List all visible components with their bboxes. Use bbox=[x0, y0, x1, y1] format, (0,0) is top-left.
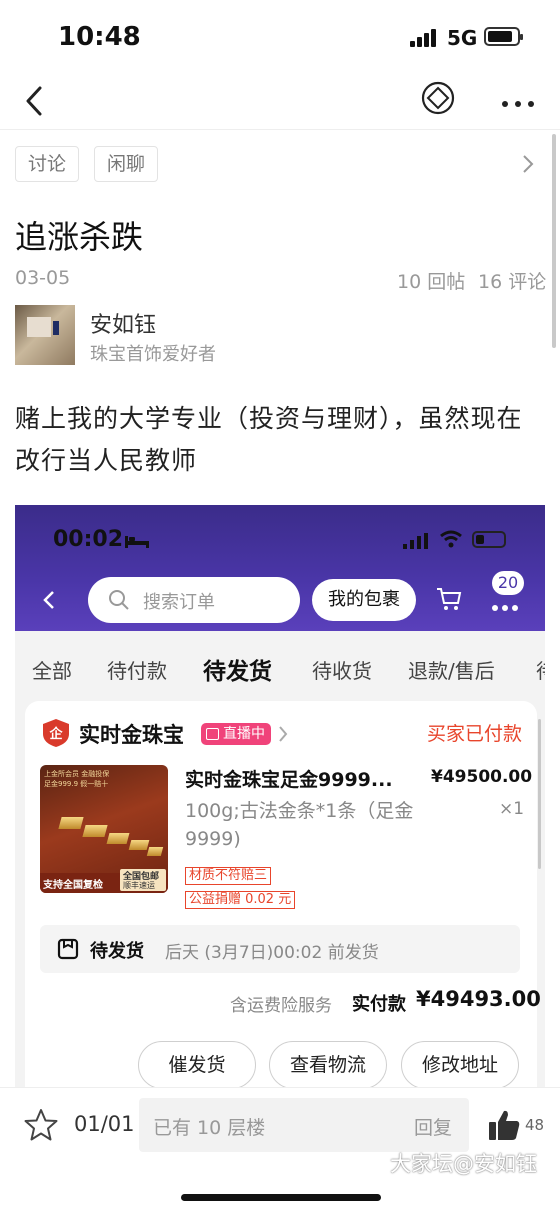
avatar[interactable] bbox=[15, 305, 75, 365]
shop-logo: 企 bbox=[42, 718, 70, 748]
more-dots-icon[interactable] bbox=[491, 597, 519, 611]
author-role: 珠宝首饰爱好者 bbox=[90, 344, 216, 365]
post-image[interactable]: 00:02 搜索订单 我的包裹 20 全部 待付款 待发货 待收货 退款/售后 … bbox=[15, 505, 545, 1087]
cart-badge: 20 bbox=[492, 571, 524, 595]
author-name[interactable]: 安如钰 bbox=[90, 307, 156, 339]
tab-overflow[interactable]: 待 bbox=[536, 655, 545, 684]
product-quantity: ×1 bbox=[499, 799, 525, 819]
shipping-status-row[interactable]: 待发货 后天 (3月7日)00:02 前发货 bbox=[40, 925, 520, 973]
change-address-button[interactable]: 修改地址 bbox=[401, 1041, 519, 1087]
embedded-time: 00:02 bbox=[53, 527, 124, 552]
insurance-text: 含运费险服务 bbox=[230, 996, 332, 1016]
tag-discussion[interactable]: 讨论 bbox=[15, 146, 79, 182]
shop-logo-text: 企 bbox=[49, 727, 63, 742]
bottom-bar: 01/01 已有 10 层楼 回复 48 大家坛@安如钰 bbox=[0, 1087, 560, 1212]
post-date: 03-05 bbox=[15, 267, 71, 289]
post-title: 追涨杀跌 bbox=[15, 218, 144, 256]
status-time: 10:48 bbox=[58, 22, 141, 52]
promo-tag-donation: 公益捐赠 0.02 元 bbox=[185, 891, 296, 909]
more-icon[interactable] bbox=[500, 94, 536, 107]
tab-pending-payment[interactable]: 待付款 bbox=[107, 655, 167, 684]
back-icon[interactable] bbox=[20, 82, 50, 120]
nav-bar bbox=[0, 72, 560, 130]
package-icon bbox=[57, 938, 79, 960]
tag-chat[interactable]: 闲聊 bbox=[94, 146, 158, 182]
favorite-star-icon[interactable] bbox=[24, 1108, 58, 1142]
like-count: 48 bbox=[525, 1116, 545, 1134]
reply-label[interactable]: 回复 bbox=[414, 1113, 452, 1140]
thumbs-up-icon[interactable] bbox=[487, 1108, 521, 1142]
home-indicator[interactable] bbox=[181, 1194, 381, 1201]
shipping-label: 待发货 bbox=[90, 941, 144, 962]
order-status: 买家已付款 bbox=[427, 723, 523, 745]
status-bar: 10:48 5G bbox=[0, 0, 560, 72]
product-title[interactable]: 实时金珠宝足金9999... bbox=[185, 765, 430, 792]
comment-count: 16 评论 bbox=[478, 271, 547, 293]
bed-icon bbox=[125, 533, 149, 548]
embedded-signal-icon bbox=[403, 533, 429, 549]
tab-refund[interactable]: 退款/售后 bbox=[408, 655, 495, 684]
cellular-signal-icon bbox=[410, 29, 438, 47]
network-type: 5G bbox=[447, 26, 478, 50]
embedded-back-icon[interactable] bbox=[41, 589, 57, 611]
product-spec: 100g;古法金条*1条（足金9999) bbox=[185, 800, 414, 850]
battery-icon bbox=[484, 27, 523, 46]
chevron-right-icon[interactable] bbox=[518, 152, 538, 176]
cart-icon[interactable] bbox=[435, 585, 463, 613]
order-card[interactable]: 企 实时金珠宝 直播中 买家已付款 上金所会员 金融投保 足金999.9 假一赔… bbox=[25, 701, 541, 1087]
thumb-courier: 顺丰速运 bbox=[123, 881, 155, 890]
tab-pending-shipment[interactable]: 待发货 bbox=[203, 652, 272, 686]
live-icon bbox=[206, 728, 219, 740]
reply-input[interactable]: 已有 10 层楼 回复 bbox=[139, 1098, 469, 1152]
tab-all[interactable]: 全部 bbox=[32, 655, 72, 684]
shop-name[interactable]: 实时金珠宝 bbox=[79, 719, 184, 749]
view-logistics-button[interactable]: 查看物流 bbox=[269, 1041, 387, 1087]
search-icon bbox=[108, 589, 130, 611]
reply-placeholder: 已有 10 层楼 bbox=[153, 1117, 266, 1139]
thumb-top-left: 上金所会员 金融投保 bbox=[44, 770, 110, 778]
actual-pay-value: ¥49493.00 bbox=[416, 987, 541, 1011]
thumb-top-right: 足金999.9 假一赔十 bbox=[44, 780, 109, 788]
actual-pay-label: 实付款 bbox=[352, 994, 406, 1015]
product-thumbnail[interactable]: 上金所会员 金融投保 足金999.9 假一赔十 支持全国复检 全国包邮 顺丰速运 bbox=[40, 765, 168, 893]
page-indicator[interactable]: 01/01 bbox=[74, 1112, 135, 1136]
page-scrollbar[interactable] bbox=[552, 134, 556, 348]
wifi-icon bbox=[439, 529, 463, 549]
order-search-input[interactable]: 搜索订单 bbox=[88, 577, 300, 623]
reply-count: 10 回帖 bbox=[397, 271, 466, 293]
shop-chevron-icon[interactable] bbox=[277, 724, 289, 744]
post-body: 赌上我的大学专业（投资与理财），虽然现在改行当人民教师 bbox=[15, 404, 523, 475]
my-package-button[interactable]: 我的包裹 bbox=[312, 579, 416, 621]
search-placeholder: 搜索订单 bbox=[143, 592, 215, 613]
live-badge: 直播中 bbox=[201, 723, 271, 745]
thumb-bottom-left: 支持全国复检 bbox=[43, 880, 103, 891]
tab-pending-receipt[interactable]: 待收货 bbox=[312, 655, 372, 684]
promo-tag-guarantee: 材质不符赔三 bbox=[185, 867, 272, 885]
product-price: ¥49500.00 bbox=[431, 767, 533, 787]
live-badge-label: 直播中 bbox=[223, 726, 265, 742]
embedded-battery-icon bbox=[472, 531, 506, 548]
urge-shipment-button[interactable]: 催发货 bbox=[138, 1041, 256, 1087]
reward-icon[interactable] bbox=[421, 81, 455, 115]
embedded-scrollbar bbox=[538, 719, 541, 869]
shipping-deadline: 后天 (3月7日)00:02 前发货 bbox=[165, 943, 379, 963]
watermark: 大家坛@安如钰 bbox=[390, 1152, 537, 1176]
